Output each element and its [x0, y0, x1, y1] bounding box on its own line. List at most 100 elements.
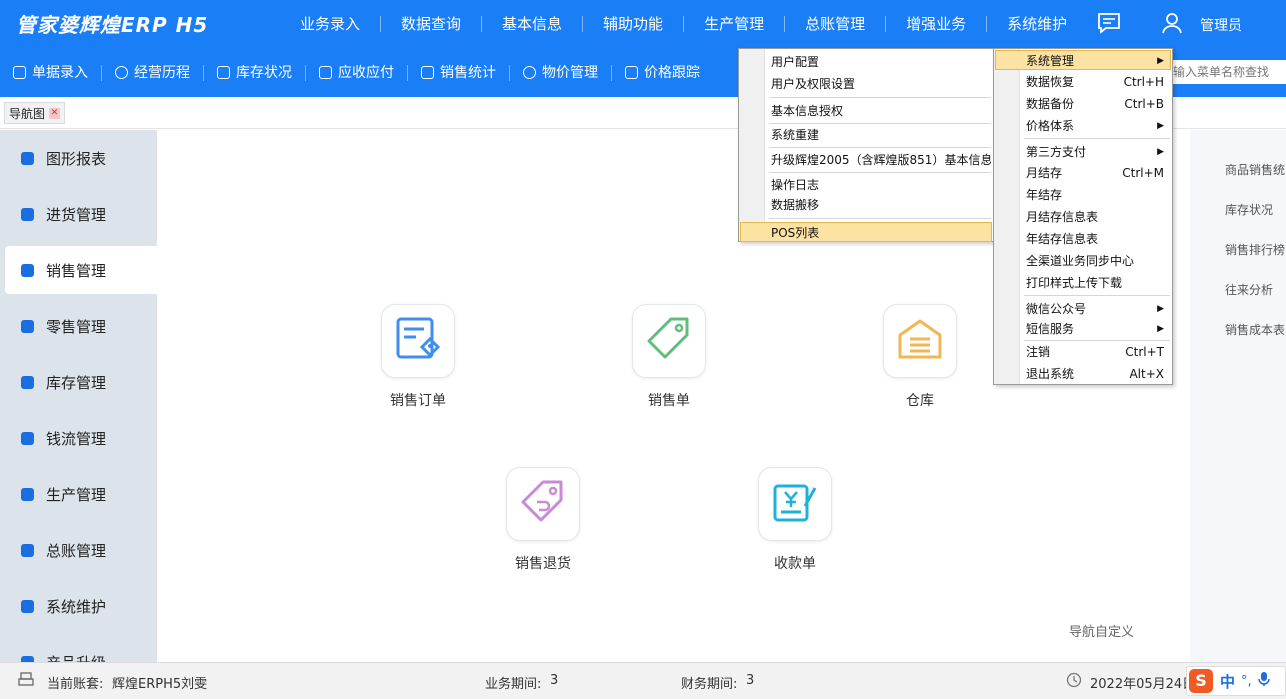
topnav-item-basic-info[interactable]: 基本信息 — [482, 16, 584, 32]
menu-item-system-rebuild[interactable]: 系统重建 — [741, 125, 991, 145]
chart-edit-icon — [421, 66, 434, 79]
sidebar: 图形报表 进货管理 销售管理 零售管理 库存管理 钱流管理 生产管理 总账管理 … — [0, 130, 157, 662]
menu-item-wechat-official[interactable]: 微信公众号 ▶ — [996, 299, 1170, 319]
quick-item-voucher-entry[interactable]: 单据录入 — [0, 64, 102, 81]
topnav-item-enhanced[interactable]: 增强业务 — [886, 16, 988, 32]
topnav-item-system-maintenance[interactable]: 系统维护 — [987, 16, 1087, 32]
ime-punctuation[interactable]: °, — [1241, 674, 1252, 689]
menu-item-user-permissions[interactable]: 用户及权限设置 — [741, 74, 991, 94]
status-bar: 当前账套: 辉煌ERPH5刘雯 业务期间: 3 财务期间: 3 2022年05月… — [0, 662, 1286, 699]
quick-item-receivable-payable[interactable]: 应收应付 — [306, 64, 408, 81]
topnav-item-auxiliary[interactable]: 辅助功能 — [583, 16, 685, 32]
ime-toolbar[interactable]: S 中 °, — [1186, 666, 1286, 696]
close-icon[interactable]: ✕ — [49, 107, 61, 119]
menu-item-upgrade-basic-info[interactable]: 升级辉煌2005（含辉煌版851）基本信息 — [741, 150, 991, 170]
report-link-product-sales-stats[interactable]: 商品销售统 — [1225, 161, 1285, 178]
menu-item-sms-service[interactable]: 短信服务 ▶ — [996, 319, 1170, 339]
menu-item-pos-list[interactable]: POS列表 — [740, 222, 992, 242]
tile-receipt[interactable]: 收款单 — [740, 467, 850, 573]
report-link-stock-status[interactable]: 库存状况 — [1225, 201, 1273, 218]
report-link-account-analysis[interactable]: 往来分析 — [1225, 281, 1273, 298]
menu-search-input[interactable] — [1170, 60, 1286, 84]
menu-item-price-system[interactable]: 价格体系 ▶ — [996, 116, 1170, 136]
user-icon[interactable] — [1161, 11, 1185, 39]
quick-item-price-tracking[interactable]: 价格跟踪 — [612, 65, 713, 81]
menu-item-monthly-closing[interactable]: 月结存 Ctrl+M — [996, 163, 1170, 183]
sidebar-item-graph-reports[interactable]: 图形报表 — [5, 134, 157, 182]
menu-item-data-migration[interactable]: 数据搬移 — [741, 195, 991, 215]
tile-sales-order[interactable]: 销售订单 — [363, 304, 473, 410]
chart-icon — [21, 151, 34, 165]
quick-item-stock-status[interactable]: 库存状况 — [204, 64, 306, 81]
ime-mode[interactable]: 中 — [1220, 671, 1235, 692]
sidebar-item-cashflow[interactable]: 钱流管理 — [5, 414, 157, 462]
quick-item-sales-stats[interactable]: 销售统计 — [408, 64, 510, 81]
menu-item-system-management[interactable]: 系统管理 ▶ — [995, 50, 1171, 70]
quick-item-business-history[interactable]: 经营历程 — [102, 64, 204, 81]
tile-label: 销售退货 — [515, 556, 571, 572]
sidebar-item-system-maintenance[interactable]: 系统维护 — [5, 582, 157, 630]
menu-item-monthly-closing-info[interactable]: 月结存信息表 — [996, 207, 1170, 227]
topnav-item-production[interactable]: 生产管理 — [684, 16, 786, 32]
money-icon — [21, 431, 34, 445]
business-period-label: 业务期间: — [485, 677, 542, 692]
menu-separator — [1024, 138, 1170, 139]
customize-navigation-link[interactable]: 导航自定义 — [1069, 621, 1134, 640]
sidebar-item-purchase[interactable]: 进货管理 — [5, 190, 157, 238]
sidebar-item-retail[interactable]: 零售管理 — [5, 302, 157, 350]
menu-item-yearly-closing-info[interactable]: 年结存信息表 — [996, 229, 1170, 249]
menu-item-operation-log[interactable]: 操作日志 — [741, 175, 991, 195]
sidebar-item-inventory[interactable]: 库存管理 — [5, 358, 157, 406]
top-nav: 业务录入 数据查询 基本信息 辅助功能 生产管理 总账管理 增强业务 系统维护 — [280, 0, 1087, 48]
tile-warehouse[interactable]: 仓库 — [865, 304, 975, 410]
menu-item-basic-info-auth[interactable]: 基本信息授权 — [741, 101, 991, 121]
ledger-book-icon — [21, 543, 34, 557]
sidebar-item-sales[interactable]: 销售管理 — [5, 246, 157, 294]
microphone-icon[interactable] — [1257, 671, 1270, 691]
system-management-submenu: 用户配置 用户及权限设置 基本信息授权 系统重建 升级辉煌2005（含辉煌版85… — [738, 48, 994, 242]
menu-separator — [769, 218, 991, 219]
submenu-arrow-icon: ▶ — [1157, 304, 1164, 314]
system-maintenance-menu: 系统管理 ▶ 数据恢复 Ctrl+H 数据备份 Ctrl+B 价格体系 ▶ 第三方支付 ▶… — [993, 48, 1173, 385]
topnav-item-data-query[interactable]: 数据查询 — [381, 16, 483, 32]
tile-sales-return[interactable]: 销售退货 — [488, 467, 598, 573]
menu-item-data-restore[interactable]: 数据恢复 Ctrl+H — [996, 72, 1170, 92]
purchase-icon — [21, 207, 34, 221]
sidebar-item-ledger[interactable]: 总账管理 — [5, 526, 157, 574]
menu-item-user-config[interactable]: 用户配置 — [741, 52, 991, 72]
quick-item-price-management[interactable]: 物价管理 — [510, 64, 612, 81]
warehouse-icon — [894, 313, 946, 369]
menu-item-omnichannel-sync[interactable]: 全渠道业务同步中心 — [996, 251, 1170, 271]
topnav-item-ledger[interactable]: 总账管理 — [785, 16, 887, 32]
brand-logo: 管家婆辉煌ERP H5 — [16, 13, 209, 37]
sidebar-item-production[interactable]: 生产管理 — [5, 470, 157, 518]
report-link-sales-ranking[interactable]: 销售排行榜 — [1225, 241, 1285, 258]
user-name[interactable]: 管理员 — [1200, 15, 1242, 35]
menu-item-print-style-transfer[interactable]: 打印样式上传下载 — [996, 273, 1170, 293]
submenu-arrow-icon: ▶ — [1157, 121, 1164, 131]
sidebar-item-product-upgrade[interactable]: 产品升级 — [5, 638, 157, 662]
menu-item-third-party-payment[interactable]: 第三方支付 ▶ — [996, 142, 1170, 162]
menu-item-data-backup[interactable]: 数据备份 Ctrl+B — [996, 94, 1170, 114]
message-icon[interactable] — [1097, 12, 1121, 38]
menu-item-logout[interactable]: 注销 Ctrl+T — [996, 342, 1170, 362]
menu-separator — [1024, 295, 1170, 296]
warehouse-icon — [21, 375, 34, 389]
report-link-sales-cost[interactable]: 销售成本表 — [1225, 321, 1285, 338]
menu-separator — [769, 147, 991, 148]
menu-item-exit-system[interactable]: 退出系统 Alt+X — [996, 364, 1170, 384]
tile-label: 收款单 — [774, 556, 816, 572]
menu-separator — [1024, 340, 1170, 341]
tab-navigation-map[interactable]: 导航图 ✕ — [4, 102, 66, 124]
report-shortcuts-panel: 商品销售统 库存状况 销售排行榜 往来分析 销售成本表 — [1190, 130, 1286, 662]
printer-icon[interactable] — [18, 672, 34, 692]
scan-icon — [625, 66, 638, 79]
topnav-item-business-entry[interactable]: 业务录入 — [280, 16, 382, 32]
finance-period-value: 3 — [746, 673, 755, 688]
menu-separator — [769, 97, 991, 98]
tile-sales-invoice[interactable]: 销售单 — [614, 304, 724, 410]
menu-item-yearly-closing[interactable]: 年结存 — [996, 185, 1170, 205]
top-bar: 管家婆辉煌ERP H5 业务录入 数据查询 基本信息 辅助功能 生产管理 总账管… — [0, 0, 1286, 48]
submenu-arrow-icon: ▶ — [1157, 147, 1164, 157]
account-value: 辉煌ERPH5刘雯 — [112, 677, 208, 692]
